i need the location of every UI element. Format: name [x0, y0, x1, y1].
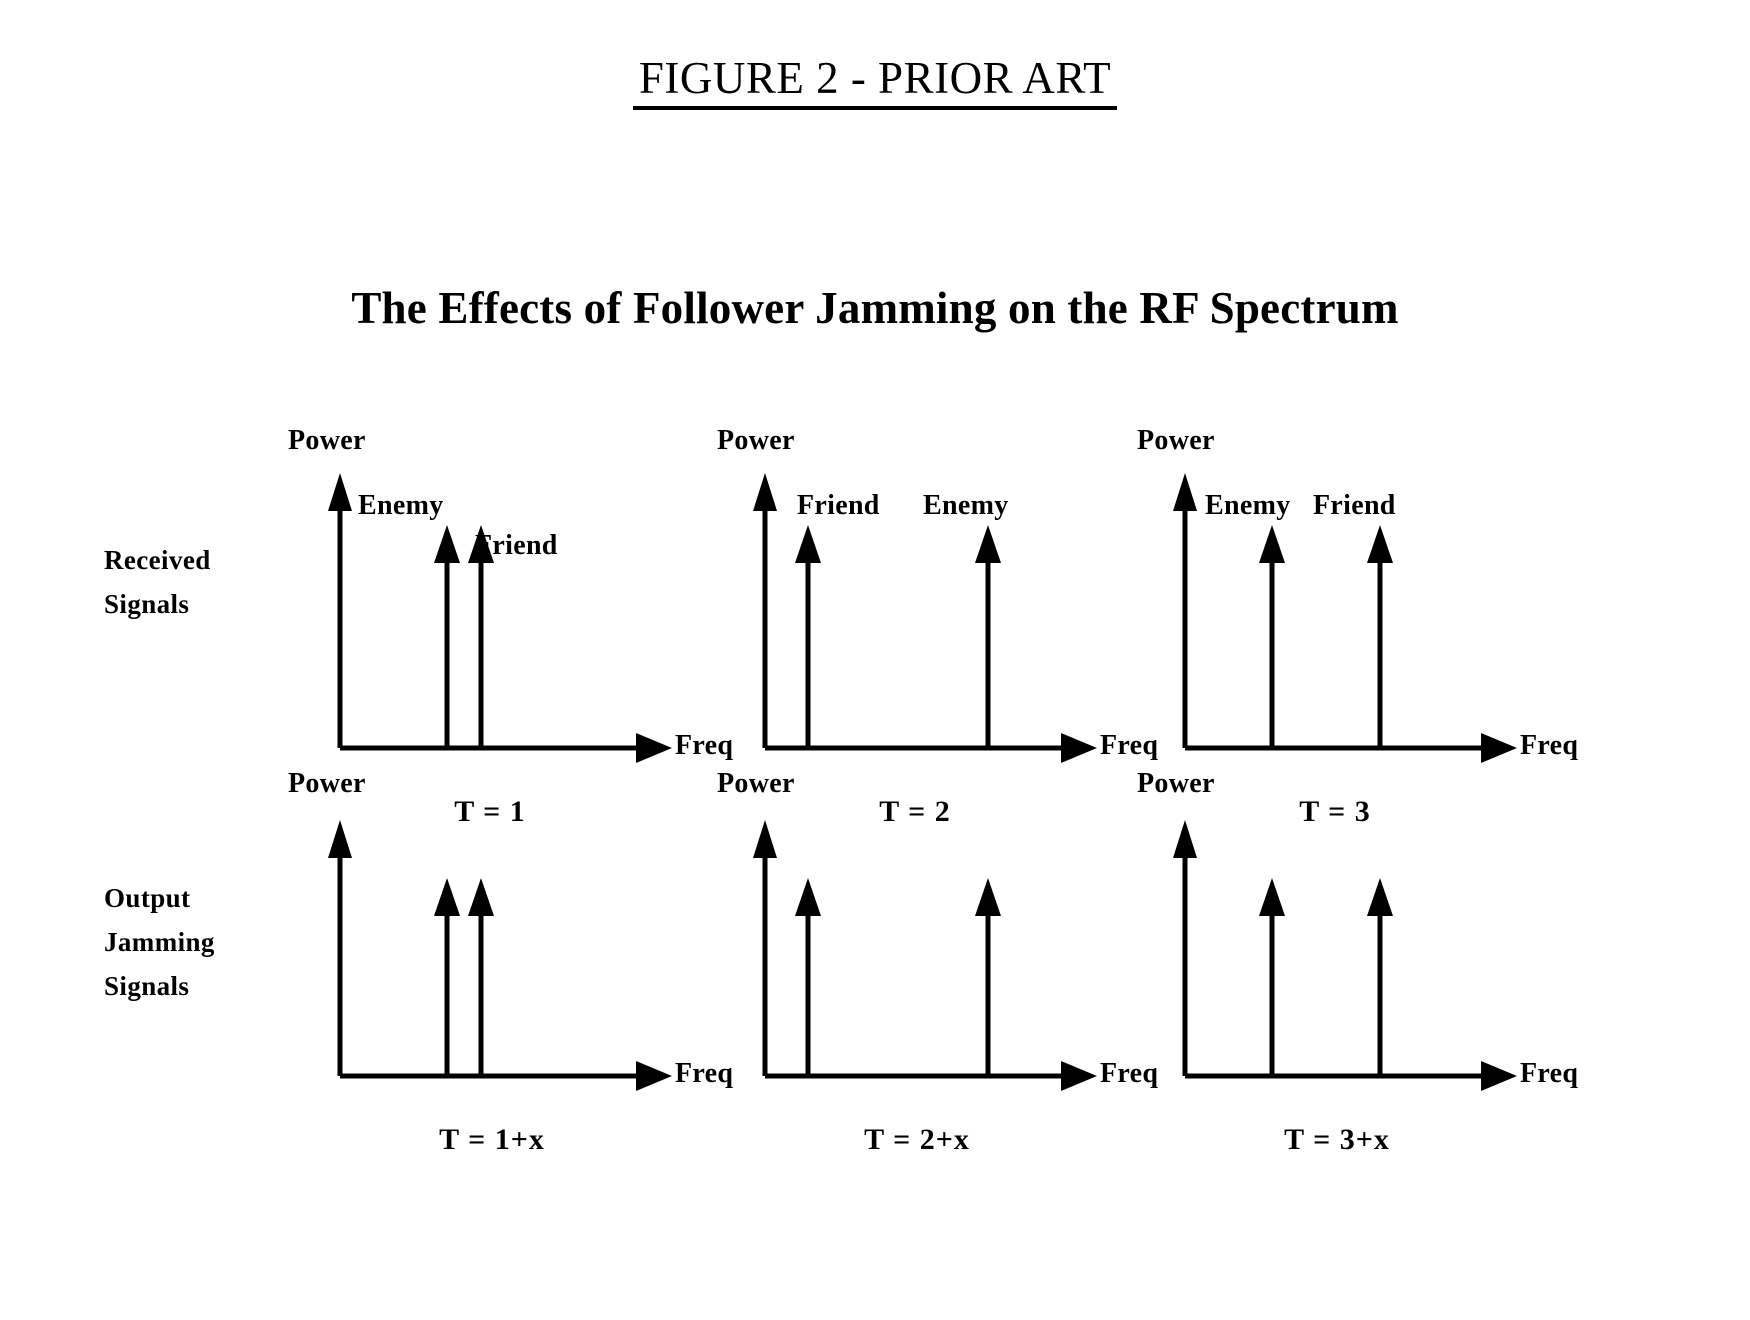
signal-label-friend: Friend — [475, 530, 558, 561]
axis-label-power: Power — [1137, 768, 1215, 799]
x-axis-arrowhead-icon — [1481, 1061, 1517, 1091]
time-label: T = 3+x — [1284, 1123, 1390, 1156]
jamming-spike-2-arrowhead-icon — [468, 878, 494, 916]
plot-jamming-t1x: Power Freq T = 1+x — [288, 768, 733, 1188]
y-axis-arrowhead-icon — [753, 473, 777, 511]
x-axis-arrowhead-icon — [636, 1061, 672, 1091]
plot-jamming-t2x: Power Freq T = 2+x — [717, 768, 1158, 1188]
figure-title-text: FIGURE 2 - PRIOR ART — [632, 54, 1118, 111]
signal-spike-friend-arrowhead-icon — [1367, 525, 1393, 563]
jamming-spike-2-arrowhead-icon — [1367, 878, 1393, 916]
signal-label-friend: Friend — [1313, 490, 1396, 521]
figure-title: FIGURE 2 - PRIOR ART — [0, 52, 1750, 111]
row-label-received-signals: Received Signals — [104, 545, 211, 619]
axis-label-freq: Freq — [1520, 730, 1579, 761]
x-axis-arrowhead-icon — [1061, 733, 1097, 763]
signal-label-enemy: Enemy — [358, 490, 444, 521]
axis-label-power: Power — [1137, 425, 1215, 456]
axis-label-power: Power — [717, 425, 795, 456]
row-label-output-jamming-signals: Output Jamming Signals — [104, 883, 215, 1001]
y-axis-arrowhead-icon — [1173, 820, 1197, 858]
jamming-spike-1-arrowhead-icon — [434, 878, 460, 916]
signal-spike-friend-arrowhead-icon — [795, 525, 821, 563]
axis-label-power: Power — [717, 768, 795, 799]
axis-label-freq: Freq — [1520, 1058, 1579, 1089]
jamming-spike-2-arrowhead-icon — [975, 878, 1001, 916]
jamming-spike-1-arrowhead-icon — [1259, 878, 1285, 916]
y-axis-arrowhead-icon — [328, 820, 352, 858]
plot-jamming-t3x: Power Freq T = 3+x — [1137, 768, 1578, 1188]
x-axis-arrowhead-icon — [1481, 733, 1517, 763]
axis-label-power: Power — [288, 768, 366, 799]
signal-label-enemy: Enemy — [1205, 490, 1291, 521]
y-axis-arrowhead-icon — [753, 820, 777, 858]
y-axis-arrowhead-icon — [1173, 473, 1197, 511]
figure-subtitle: The Effects of Follower Jamming on the R… — [351, 283, 1399, 333]
signal-spike-enemy-arrowhead-icon — [434, 525, 460, 563]
signal-spike-enemy-arrowhead-icon — [1259, 525, 1285, 563]
time-label: T = 2+x — [864, 1123, 970, 1156]
signal-spike-enemy-arrowhead-icon — [975, 525, 1001, 563]
signal-label-enemy: Enemy — [923, 490, 1009, 521]
figure-page: FIGURE 2 - PRIOR ART The Effects of Foll… — [0, 0, 1750, 1320]
x-axis-arrowhead-icon — [636, 733, 672, 763]
signal-label-friend: Friend — [797, 490, 880, 521]
y-axis-arrowhead-icon — [328, 473, 352, 511]
x-axis-arrowhead-icon — [1061, 1061, 1097, 1091]
jamming-spike-1-arrowhead-icon — [795, 878, 821, 916]
time-label: T = 1+x — [439, 1123, 545, 1156]
axis-label-power: Power — [288, 425, 366, 456]
